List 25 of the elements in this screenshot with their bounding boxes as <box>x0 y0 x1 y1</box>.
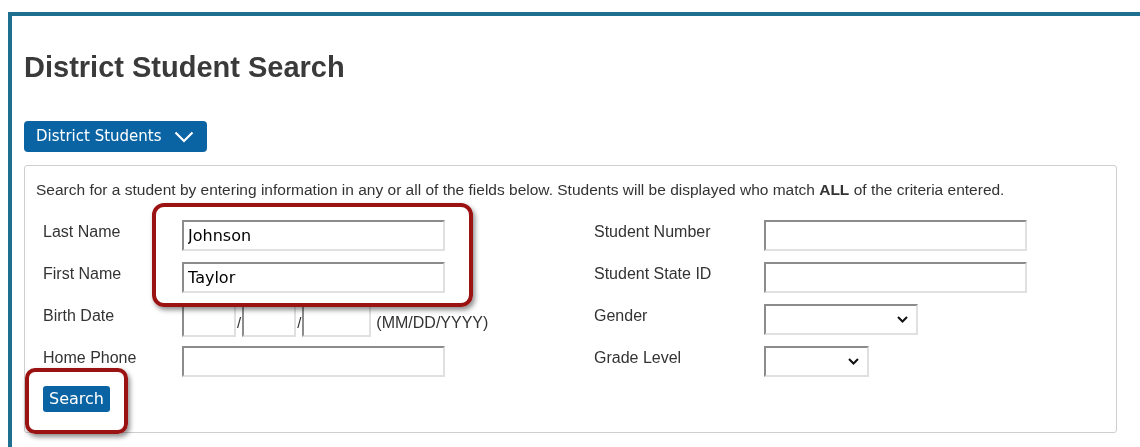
text-field[interactable]: Johnson <box>182 220 445 251</box>
date-separator: / <box>237 314 242 332</box>
scope-dropdown-button[interactable]: District Students <box>24 121 207 152</box>
text-field[interactable] <box>182 346 445 377</box>
field-label: First Name <box>43 264 123 284</box>
field-label: Birth Date <box>43 306 116 326</box>
chevron-down-icon <box>897 316 908 323</box>
dropdown-field[interactable] <box>764 304 918 335</box>
chevron-down-icon <box>848 358 859 365</box>
instructions-text: Search for a student by entering information in any or all of the fields below. Students will be displayed who match ALL of the criteria entered. <box>36 180 1006 200</box>
text-field[interactable] <box>764 220 1027 251</box>
field-label: Home Phone <box>43 348 138 368</box>
field-label: Last Name <box>43 222 122 242</box>
text-field[interactable]: Taylor <box>182 262 445 293</box>
date-separator: / <box>297 314 302 332</box>
field-label: Gender <box>594 306 649 326</box>
field-label: Grade Level <box>594 348 683 368</box>
field-label: Student State ID <box>594 264 713 284</box>
page-title: District Student Search <box>24 50 346 84</box>
field-label: Student Number <box>594 222 712 242</box>
text-field[interactable] <box>764 262 1027 293</box>
search-button[interactable]: Search <box>43 386 110 412</box>
dropdown-field[interactable] <box>764 346 869 377</box>
chevron-down-icon <box>173 130 194 143</box>
date-format-hint: (MM/DD/YYYY) <box>376 314 489 332</box>
